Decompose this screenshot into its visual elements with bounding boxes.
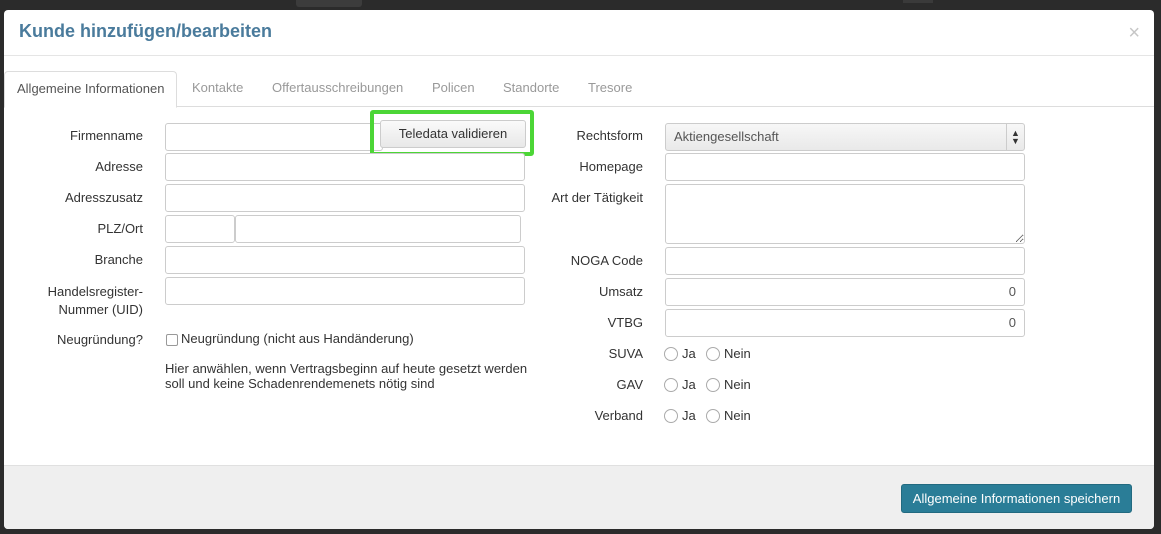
rechtsform-select[interactable]: Aktiengesellschaft ▲ ▼	[665, 123, 1025, 151]
close-icon[interactable]: ×	[1128, 23, 1140, 43]
neugruendung-checkbox-label: Neugründung (nicht aus Handänderung)	[181, 331, 414, 346]
homepage-label: Homepage	[579, 159, 643, 174]
gav-ja-radio[interactable]	[664, 378, 678, 392]
branche-label: Branche	[94, 252, 143, 267]
rechtsform-label: Rechtsform	[576, 128, 643, 143]
verband-ja-label: Ja	[682, 408, 696, 423]
gav-nein-radio[interactable]	[706, 378, 720, 392]
neugruendung-label: Neugründung?	[56, 332, 143, 347]
top-bar-indicator	[903, 0, 933, 3]
taetigkeit-textarea[interactable]	[665, 184, 1025, 244]
neugruendung-checkbox[interactable]	[166, 334, 178, 346]
tab-standorte[interactable]: Standorte	[503, 71, 559, 107]
select-arrows-icon: ▲ ▼	[1006, 124, 1024, 150]
adresse-label: Adresse	[95, 159, 143, 174]
branche-input[interactable]	[165, 246, 525, 274]
plzort-label: PLZ/Ort	[97, 221, 143, 236]
ort-input[interactable]	[235, 215, 521, 243]
noga-label: NOGA Code	[570, 253, 643, 268]
tab-kontakte[interactable]: Kontakte	[192, 71, 243, 107]
vtbg-input[interactable]: 0	[665, 309, 1025, 337]
gav-ja-label: Ja	[682, 377, 696, 392]
verband-ja-radio[interactable]	[664, 409, 678, 423]
firmenname-input[interactable]	[165, 123, 383, 151]
teledata-validieren-button[interactable]: Teledata validieren	[380, 120, 526, 148]
modal-footer: Allgemeine Informationen speichern	[4, 465, 1154, 529]
adresszusatz-label: Adresszusatz	[64, 190, 143, 205]
adresse-input[interactable]	[165, 153, 525, 181]
suva-ja-radio[interactable]	[664, 347, 678, 361]
validate-highlight: Teledata validieren	[370, 110, 534, 156]
adresszusatz-input[interactable]	[165, 184, 525, 212]
suva-nein-radio[interactable]	[706, 347, 720, 361]
top-bar-tab	[296, 0, 362, 7]
suva-ja-label: Ja	[682, 346, 696, 361]
tab-offertausschreibungen[interactable]: Offertausschreibungen	[272, 71, 403, 107]
tab-allgemeine-informationen[interactable]: Allgemeine Informationen	[4, 71, 178, 108]
rechtsform-selected-value: Aktiengesellschaft	[674, 129, 779, 144]
modal-title: Kunde hinzufügen/bearbeiten	[19, 21, 273, 41]
handelsregister-label-line1: Handelsregister-	[47, 284, 143, 299]
verband-label: Verband	[594, 408, 643, 423]
umsatz-input[interactable]: 0	[665, 278, 1025, 306]
vtbg-label: VTBG	[607, 315, 643, 330]
modal-header: Kunde hinzufügen/bearbeiten ×	[4, 10, 1154, 56]
verband-nein-label: Nein	[724, 408, 751, 423]
taetigkeit-label: Art der Tätigkeit	[551, 190, 643, 205]
verband-nein-radio[interactable]	[706, 409, 720, 423]
neugruendung-help-line1: Hier anwählen, wenn Vertragsbeginn auf h…	[165, 361, 528, 376]
neugruendung-help-line2: soll und keine Schadenrendemenets nötig …	[165, 376, 435, 391]
umsatz-label: Umsatz	[598, 284, 643, 299]
tab-bar: Allgemeine Informationen Kontakte Offert…	[4, 71, 1154, 108]
uid-input[interactable]	[165, 277, 525, 305]
plz-input[interactable]	[165, 215, 235, 243]
noga-input[interactable]	[665, 247, 1025, 275]
gav-label: GAV	[616, 377, 644, 392]
top-bar	[0, 0, 1161, 10]
suva-nein-label: Nein	[724, 346, 751, 361]
customer-modal: Kunde hinzufügen/bearbeiten × Allgemeine…	[4, 10, 1154, 529]
neugruendung-help: Hier anwählen, wenn Vertragsbeginn auf h…	[165, 361, 527, 391]
firmenname-label: Firmenname	[70, 128, 143, 143]
handelsregister-label-line2: Nummer (UID)	[58, 302, 144, 317]
homepage-input[interactable]	[665, 153, 1025, 181]
gav-nein-label: Nein	[724, 377, 751, 392]
suva-label: SUVA	[608, 346, 643, 361]
tab-policen[interactable]: Policen	[432, 71, 475, 107]
handelsregister-label: Handelsregister- Nummer (UID)	[48, 283, 143, 319]
tab-tresore[interactable]: Tresore	[588, 71, 632, 107]
save-button[interactable]: Allgemeine Informationen speichern	[901, 484, 1132, 513]
